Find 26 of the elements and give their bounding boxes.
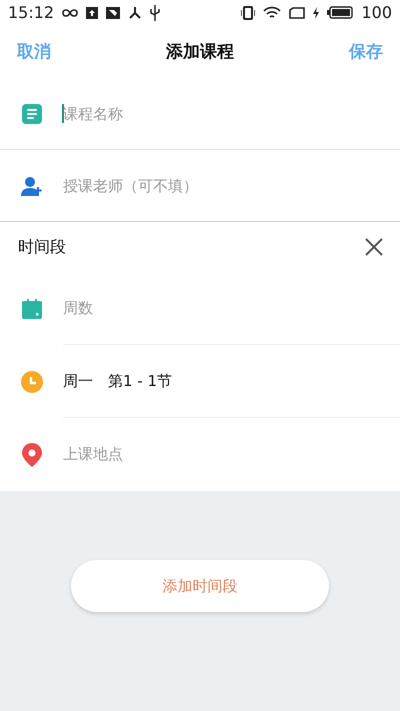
clock-icon [21,370,43,392]
battery-icon [327,6,354,19]
close-button[interactable] [365,238,383,256]
calendar-icon [22,298,42,318]
share-icon [128,6,142,20]
cancel-button[interactable]: 取消 [17,40,51,63]
vibrate-icon [241,6,256,20]
wifi-icon [263,6,282,20]
add-user-icon [21,176,43,196]
time-selector[interactable]: 周一 第1 - 1节 [63,372,172,390]
section-title: 时间段 [18,236,66,258]
charging-icon [313,6,320,18]
location-field[interactable]: 上课地点 [63,445,123,464]
infinity-icon [62,8,78,18]
status-time: 15:12 [8,3,54,22]
save-button[interactable]: 保存 [349,40,383,63]
week-selector[interactable]: 周数 [63,298,93,318]
page-title: 添加课程 [166,41,234,63]
location-pin-icon [22,442,42,466]
battery-percent: 100 [361,3,392,22]
usb-icon [150,4,160,20]
add-time-slot-button[interactable]: 添加时间段 [71,560,329,612]
sim-card-icon [289,6,306,18]
image-icon [106,6,120,18]
upload-icon [86,6,98,18]
document-icon [22,104,42,124]
